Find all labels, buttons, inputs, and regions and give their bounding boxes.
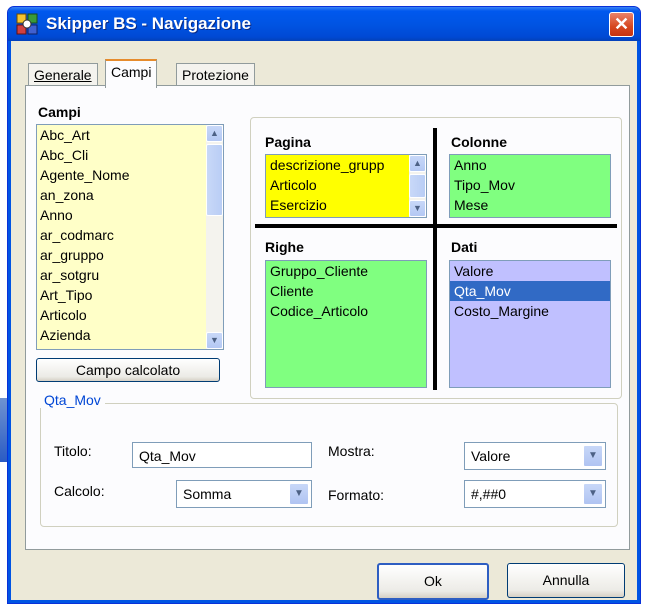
- mostra-dropdown-button[interactable]: ▼: [583, 445, 603, 467]
- scroll-thumb[interactable]: [206, 144, 223, 216]
- formato-label: Formato:: [328, 487, 385, 503]
- dati-zone[interactable]: Valore Qta_Mov Costo_Margine: [449, 260, 611, 388]
- formato-dropdown-button[interactable]: ▼: [583, 483, 603, 505]
- pagina-zone[interactable]: descrizione_grupp Articolo Esercizio ▲ ▼: [265, 154, 427, 218]
- dialog-window: Skipper BS - Navigazione ✕ Generale Camp…: [7, 6, 641, 604]
- scroll-up-icon: ▲: [413, 158, 422, 168]
- colonne-item[interactable]: Mese: [450, 195, 610, 215]
- campi-listbox[interactable]: Abc_Art Abc_Cli Agente_Nome an_zona Anno ar_c…: [36, 124, 224, 350]
- colonne-heading: Colonne: [451, 134, 507, 150]
- scroll-down-icon: ▼: [413, 203, 422, 213]
- pagina-item[interactable]: Esercizio: [266, 195, 426, 215]
- colonne-zone[interactable]: Anno Tipo_Mov Mese: [449, 154, 611, 218]
- close-button[interactable]: ✕: [609, 12, 634, 37]
- campi-list-item[interactable]: an_zona: [37, 185, 223, 205]
- righe-heading: Righe: [265, 239, 304, 255]
- dialog-client-area: Generale Campi Protezione Campi Abc_Art A…: [12, 41, 636, 600]
- tab-campi[interactable]: Campi: [105, 59, 158, 88]
- campi-heading: Campi: [38, 104, 81, 120]
- window-title: Skipper BS - Navigazione: [46, 14, 251, 33]
- tab-campi-label: Campi: [111, 64, 152, 80]
- campi-list-item[interactable]: ar_sotgru: [37, 265, 223, 285]
- pagina-item[interactable]: Articolo: [266, 175, 426, 195]
- title-bar[interactable]: Skipper BS - Navigazione ✕: [8, 7, 640, 41]
- campi-list-item[interactable]: Articolo: [37, 305, 223, 325]
- chevron-down-icon: ▼: [588, 488, 598, 499]
- app-icon: [16, 13, 38, 35]
- calcolo-value: Somma: [183, 486, 232, 502]
- close-icon: ✕: [613, 14, 630, 34]
- colonne-item[interactable]: Tipo_Mov: [450, 175, 610, 195]
- calcolo-label: Calcolo:: [54, 483, 105, 499]
- campi-list-item[interactable]: Abc_Cli: [37, 145, 223, 165]
- pagina-heading: Pagina: [265, 134, 311, 150]
- pagina-scrollbar[interactable]: ▲ ▼: [409, 155, 426, 217]
- tab-generale[interactable]: Generale: [28, 63, 98, 86]
- scroll-up-button[interactable]: ▲: [206, 125, 223, 142]
- righe-item[interactable]: Codice_Articolo: [266, 301, 426, 321]
- annulla-button[interactable]: Annulla: [507, 563, 625, 598]
- tab-page-campi: Campi Abc_Art Abc_Cli Agente_Nome an_zona An…: [25, 85, 630, 550]
- formato-select[interactable]: #,##0 ▼: [464, 480, 606, 508]
- campi-list-item[interactable]: ar_gruppo: [37, 245, 223, 265]
- zone-divider-vertical: [433, 128, 437, 390]
- righe-item[interactable]: Cliente: [266, 281, 426, 301]
- pagina-scroll-down[interactable]: ▼: [409, 200, 426, 217]
- titolo-input[interactable]: Qta_Mov: [132, 442, 312, 468]
- mostra-value: Valore: [471, 448, 511, 464]
- campi-list-item[interactable]: Azienda: [37, 325, 223, 345]
- colonne-item[interactable]: Anno: [450, 155, 610, 175]
- dati-heading: Dati: [451, 239, 478, 255]
- dati-item-selected[interactable]: Qta_Mov: [450, 281, 610, 301]
- righe-zone[interactable]: Gruppo_Cliente Cliente Codice_Articolo: [265, 260, 427, 388]
- pagina-item[interactable]: descrizione_grupp: [266, 155, 426, 175]
- tab-generale-label: Generale: [34, 67, 92, 83]
- pagina-scroll-thumb[interactable]: [409, 174, 426, 198]
- campi-list-item[interactable]: ar_codmarc: [37, 225, 223, 245]
- campo-calcolato-button[interactable]: Campo calcolato: [36, 358, 220, 382]
- tab-protezione[interactable]: Protezione: [176, 63, 255, 86]
- campi-list-item[interactable]: Anno: [37, 205, 223, 225]
- scroll-down-button[interactable]: ▼: [206, 332, 223, 349]
- field-group-legend: Qta_Mov: [40, 392, 105, 408]
- campi-list-item[interactable]: Abc_Art: [37, 125, 223, 145]
- titolo-label: Titolo:: [54, 443, 92, 459]
- mostra-label: Mostra:: [328, 443, 375, 459]
- righe-item[interactable]: Gruppo_Cliente: [266, 261, 426, 281]
- dati-item[interactable]: Costo_Margine: [450, 301, 610, 321]
- tab-protezione-label: Protezione: [182, 67, 249, 83]
- mostra-select[interactable]: Valore ▼: [464, 442, 606, 470]
- campi-scrollbar[interactable]: ▲ ▼: [206, 125, 223, 349]
- calcolo-dropdown-button[interactable]: ▼: [289, 483, 309, 505]
- pivot-zones-panel: Pagina descrizione_grupp Articolo Eserci…: [250, 117, 622, 399]
- calcolo-select[interactable]: Somma ▼: [176, 480, 312, 508]
- formato-value: #,##0: [471, 486, 507, 502]
- scroll-down-icon: ▼: [210, 335, 219, 345]
- campi-list-item[interactable]: Agente_Nome: [37, 165, 223, 185]
- chevron-down-icon: ▼: [588, 450, 598, 461]
- ok-button[interactable]: Ok: [377, 563, 489, 600]
- campi-list-item[interactable]: Art_Tipo: [37, 285, 223, 305]
- dati-item[interactable]: Valore: [450, 261, 610, 281]
- pagina-scroll-up[interactable]: ▲: [409, 155, 426, 172]
- campi-list: Abc_Art Abc_Cli Agente_Nome an_zona Anno ar_c…: [37, 125, 223, 345]
- scroll-up-icon: ▲: [210, 128, 219, 138]
- chevron-down-icon: ▼: [294, 488, 304, 499]
